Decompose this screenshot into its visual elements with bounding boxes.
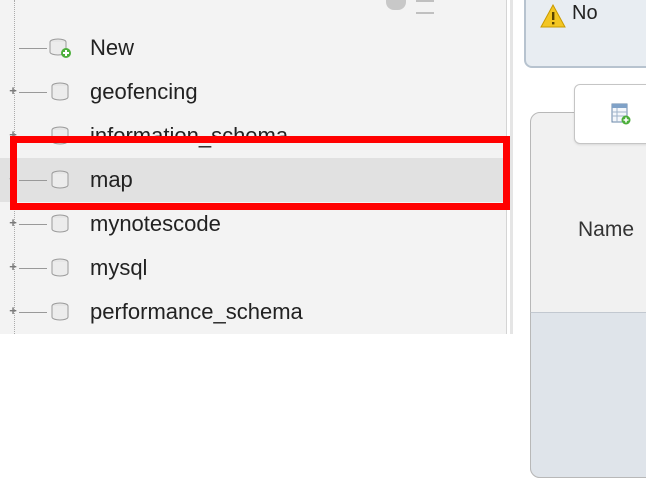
tree-item-label[interactable]: performance_schema	[90, 298, 303, 326]
expand-icon[interactable]: +	[8, 304, 18, 317]
database-icon	[51, 82, 69, 101]
tree-item-mysql[interactable]: + mysql	[0, 246, 506, 290]
tree-item-label[interactable]: mynotescode	[90, 210, 221, 238]
tree-item-geofencing[interactable]: + geofencing	[0, 70, 506, 114]
tree-connector	[19, 92, 47, 93]
tab-new-table[interactable]	[574, 84, 646, 144]
tree-item-label[interactable]: mysql	[90, 254, 147, 282]
tree-connector	[19, 268, 47, 269]
tree-connector	[19, 48, 47, 49]
expand-icon[interactable]: +	[8, 216, 18, 229]
tree-connector	[19, 224, 47, 225]
database-icon	[51, 302, 69, 321]
name-field-label: Name	[578, 218, 635, 241]
warning-icon	[540, 4, 566, 28]
tree-item-label[interactable]: geofencing	[90, 78, 198, 106]
tree-controls	[386, 0, 456, 14]
highlight-frame	[10, 136, 510, 210]
notice-text: No	[572, 2, 598, 24]
tree-connector	[19, 312, 47, 313]
new-database-icon	[49, 38, 71, 58]
tree-item-performance-schema[interactable]: + performance_schema	[0, 290, 506, 334]
warning-notice: No	[524, 0, 646, 68]
collapse-all-icon[interactable]	[386, 0, 406, 10]
database-icon	[51, 214, 69, 233]
tree-item-label[interactable]: New	[90, 34, 134, 62]
expand-icon[interactable]: +	[8, 84, 18, 97]
new-table-icon	[611, 103, 631, 125]
content-panel-footer	[530, 312, 646, 478]
link-icon[interactable]	[416, 0, 434, 14]
tree-item-new[interactable]: New	[0, 26, 506, 70]
database-icon	[51, 258, 69, 277]
resize-grip[interactable]	[510, 0, 513, 334]
expand-icon[interactable]: +	[8, 260, 18, 273]
